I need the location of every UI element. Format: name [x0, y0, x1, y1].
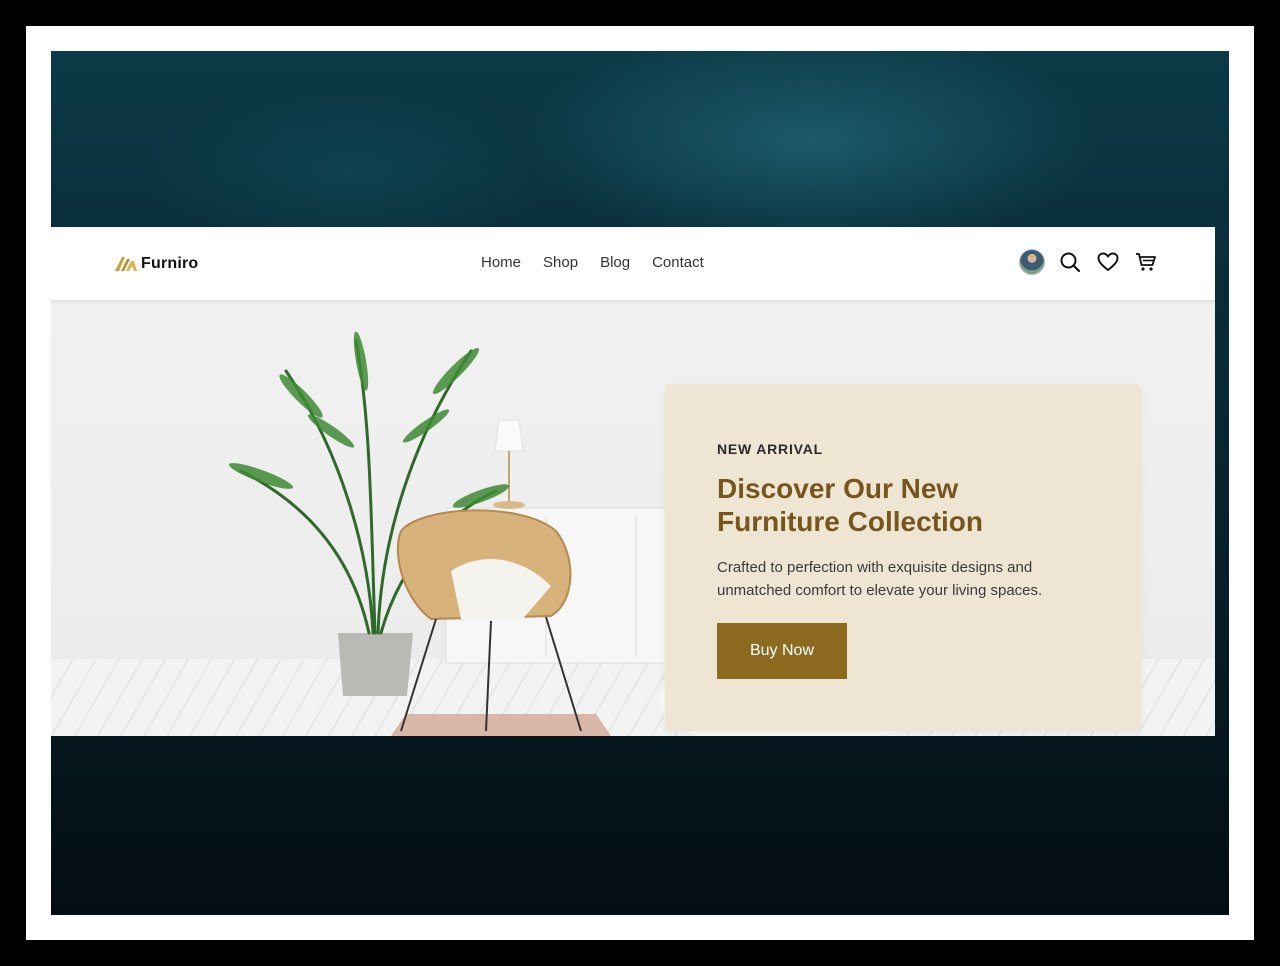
cart-button[interactable]	[1133, 249, 1159, 275]
furniro-logo-icon	[115, 257, 137, 271]
main-nav: Home Shop Blog Contact	[481, 254, 704, 271]
search-button[interactable]	[1057, 249, 1083, 275]
heart-icon	[1097, 252, 1119, 272]
search-icon	[1060, 252, 1081, 273]
cart-icon	[1136, 253, 1156, 271]
header-actions	[1019, 249, 1159, 275]
nav-blog-link[interactable]: Blog	[600, 254, 630, 271]
nav-shop-link[interactable]: Shop	[543, 254, 578, 271]
website: Furniro Home Shop Blog Contact NEW ARRIV…	[51, 227, 1215, 736]
hero-title: Discover Our New Furniture Collection	[717, 473, 983, 537]
buy-now-button[interactable]: Buy Now	[717, 623, 847, 679]
hero-promo-card: NEW ARRIVAL Discover Our New Furniture C…	[665, 384, 1141, 731]
navbar: Furniro Home Shop Blog Contact	[51, 227, 1215, 301]
wishlist-button[interactable]	[1095, 249, 1121, 275]
brand-logo[interactable]: Furniro	[115, 254, 198, 274]
nav-contact-link[interactable]: Contact	[652, 254, 704, 271]
nav-home-link[interactable]: Home	[481, 254, 521, 271]
hero-description: Crafted to perfection with exquisite des…	[717, 559, 1043, 599]
hero-banner: NEW ARRIVAL Discover Our New Furniture C…	[51, 301, 1215, 736]
brand-name: Furniro	[141, 255, 199, 272]
hero-eyebrow: NEW ARRIVAL	[717, 441, 824, 457]
avatar[interactable]	[1019, 249, 1045, 275]
